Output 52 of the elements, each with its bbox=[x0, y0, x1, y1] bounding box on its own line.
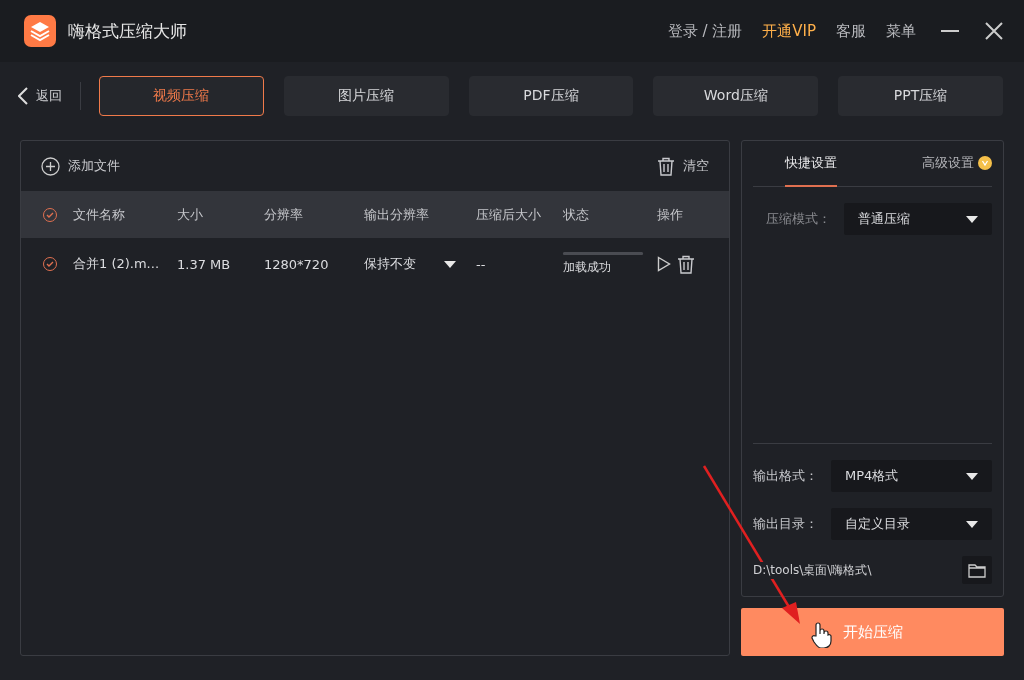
caret-icon bbox=[966, 215, 978, 223]
close-button[interactable] bbox=[984, 21, 1004, 41]
settings-tab[interactable]: 快捷设置 bbox=[785, 141, 837, 187]
column-header: 操作 bbox=[657, 205, 684, 224]
header-link[interactable]: 客服 bbox=[836, 21, 866, 41]
category-tab[interactable]: Word压缩 bbox=[653, 76, 819, 116]
delete-button[interactable] bbox=[677, 254, 695, 274]
vip-link[interactable]: 开通VIP bbox=[762, 21, 816, 41]
column-header: 压缩后大小 bbox=[476, 205, 542, 224]
window-title: 嗨格式压缩大师 bbox=[68, 19, 188, 43]
output-resolution-dropdown[interactable]: 保持不变 bbox=[364, 255, 476, 273]
play-icon bbox=[657, 256, 671, 272]
folder-button[interactable] bbox=[962, 556, 992, 584]
header-link[interactable]: 菜单 bbox=[886, 21, 916, 41]
plus-circle-icon bbox=[41, 156, 60, 176]
settings-tab[interactable]: 高级设置 bbox=[922, 141, 992, 187]
category-tab[interactable]: PDF压缩 bbox=[468, 76, 634, 116]
category-tab[interactable]: PPT压缩 bbox=[838, 76, 1003, 116]
trash-icon bbox=[677, 254, 695, 274]
directory-dropdown[interactable]: 自定义目录 bbox=[831, 508, 992, 540]
column-header: 输出分辨率 bbox=[364, 205, 430, 224]
caret-icon bbox=[444, 260, 456, 268]
play-button[interactable] bbox=[657, 256, 671, 272]
check-icon bbox=[46, 211, 54, 218]
mode-dropdown[interactable]: 普通压缩 bbox=[844, 203, 992, 235]
compressed-size: -- bbox=[476, 256, 487, 272]
format-dropdown[interactable]: MP4格式 bbox=[831, 460, 992, 492]
chevron-left-icon bbox=[18, 87, 28, 105]
caret-icon bbox=[966, 520, 978, 528]
hand-cursor-icon bbox=[810, 622, 832, 648]
trash-icon bbox=[657, 156, 675, 176]
file-name: 合并1 (2).m... bbox=[73, 255, 160, 273]
minimize-icon bbox=[941, 30, 959, 32]
resolution: 1280*720 bbox=[264, 256, 330, 272]
folder-icon bbox=[968, 562, 986, 578]
status-text: 加载成功 bbox=[563, 259, 612, 276]
back-button[interactable]: 返回 bbox=[18, 87, 62, 105]
category-tab[interactable]: 视频压缩 bbox=[99, 76, 264, 116]
close-icon bbox=[985, 22, 1003, 40]
column-header: 文件名称 bbox=[73, 205, 126, 224]
clear-button[interactable]: 清空 bbox=[657, 156, 709, 176]
app-logo bbox=[24, 15, 56, 47]
column-header: 大小 bbox=[177, 205, 204, 224]
category-tab[interactable]: 图片压缩 bbox=[283, 76, 449, 116]
file-size: 1.37 MB bbox=[177, 256, 232, 272]
column-header: 状态 bbox=[563, 205, 590, 224]
add-file-button[interactable]: 添加文件 bbox=[41, 156, 120, 176]
check-icon bbox=[46, 261, 54, 267]
caret-icon bbox=[966, 472, 978, 480]
header-link[interactable]: 登录 / 注册 bbox=[667, 21, 743, 41]
output-path: D:\tools\桌面\嗨格式\ bbox=[753, 561, 872, 579]
column-header: 分辨率 bbox=[264, 205, 304, 224]
